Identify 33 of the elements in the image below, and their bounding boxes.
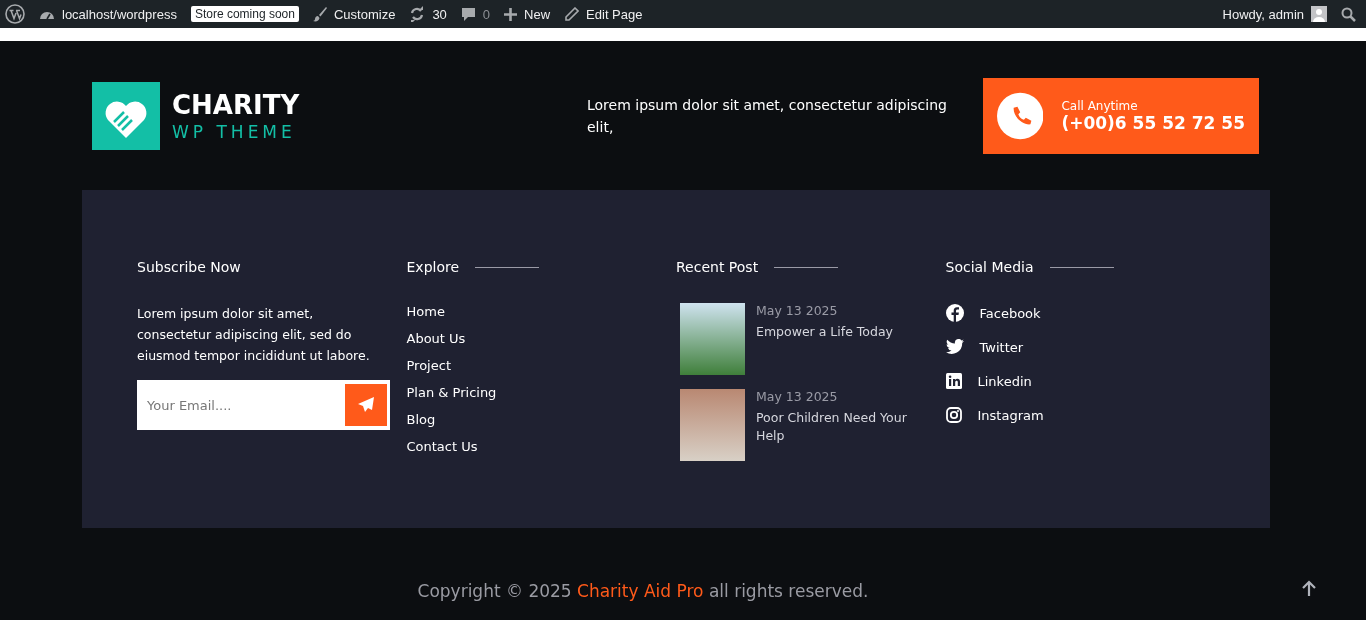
post-title[interactable]: Empower a Life Today [756,323,921,341]
greeting-link[interactable]: Howdy, admin [1222,6,1304,22]
column-heading: Subscribe Now [137,259,241,275]
footer-link[interactable]: Blog [406,411,676,429]
footer-link[interactable]: Home [406,303,676,321]
post-date: May 13 2025 [756,389,839,404]
store-status-badge[interactable]: Store coming soon [190,6,299,22]
updates-count[interactable]: 30 [432,6,447,22]
new-link[interactable]: New [524,6,551,22]
subscribe-text: Lorem ipsum dolor sit amet, consectetur adipiscing elit, sed do eiusmod tempor incididunt ut labore. [137,305,371,365]
column-heading: Social Media [945,259,1034,275]
comments-count[interactable]: 0 [482,6,491,22]
column-heading: Recent Post [676,259,759,275]
social-link[interactable]: Facebook [979,305,1041,321]
logo-title: CHARITY [172,90,300,120]
column-heading: Explore [406,259,460,275]
footer-link[interactable]: Plan & Pricing [406,384,676,402]
social-link[interactable]: Instagram [977,407,1044,423]
post-title[interactable]: Poor Children Need Your Help [756,409,921,445]
brand-link[interactable]: Charity Aid Pro [577,581,704,601]
site-link[interactable]: localhost/wordpress [62,6,177,22]
logo-subtitle: WP THEME [172,122,297,142]
copyright-text: Copyright © 2025 Charity Aid Pro all rights reserved. [417,581,869,601]
footer-link[interactable]: Contact Us [406,438,676,456]
call-label: Call Anytime [1061,99,1139,113]
footer-link[interactable]: Project [406,357,676,375]
social-link[interactable]: Twitter [979,339,1024,355]
social-link[interactable]: Linkedin [977,373,1032,389]
customize-link[interactable]: Customize [333,6,396,22]
edit-page-link[interactable]: Edit Page [586,6,643,22]
header-tagline: Lorem ipsum dolor sit amet, consectetur adipiscing elit, [587,96,948,137]
footer-link[interactable]: About Us [406,330,676,348]
post-date: May 13 2025 [756,303,839,318]
